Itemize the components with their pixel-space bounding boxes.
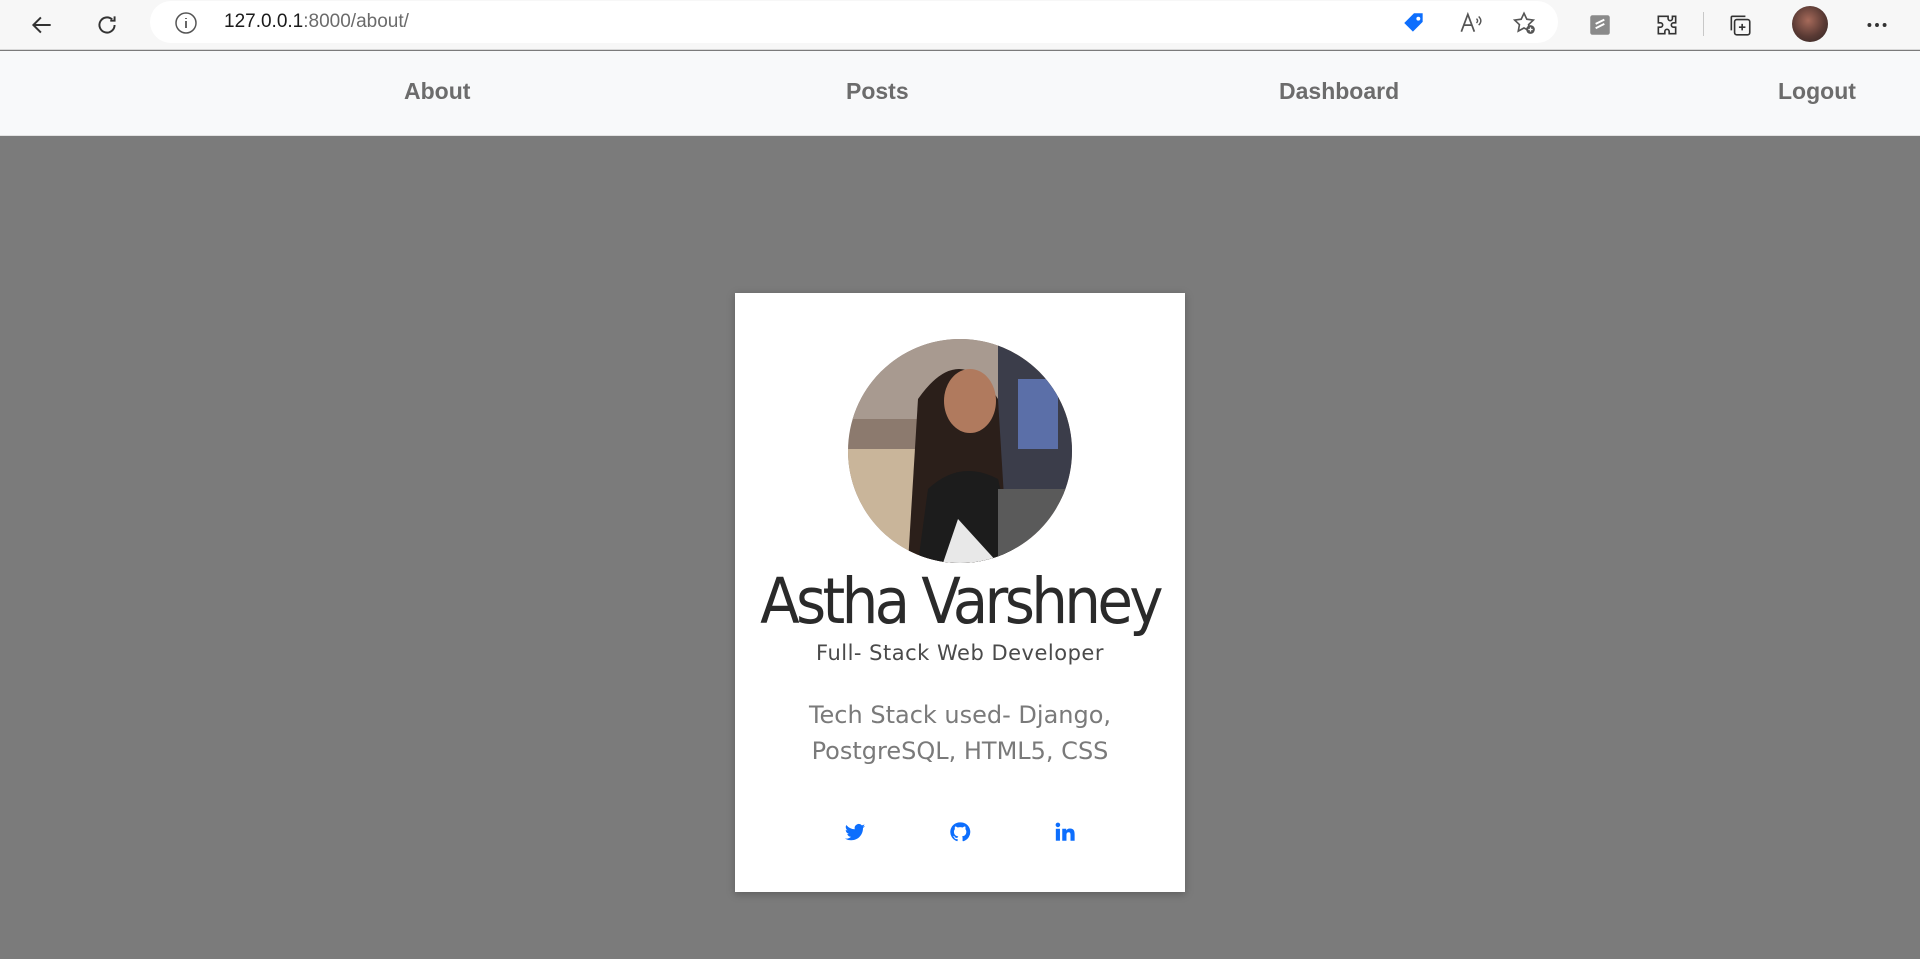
collections-button[interactable] xyxy=(1720,5,1760,45)
settings-menu-button[interactable] xyxy=(1857,5,1897,45)
address-bar[interactable]: 127.0.0.1:8000/about/ xyxy=(150,1,1558,43)
linkedin-icon xyxy=(1055,822,1075,841)
profile-description: Tech Stack used- Django, PostgreSQL, HTM… xyxy=(808,701,1112,765)
refresh-icon xyxy=(98,16,116,34)
linkedin-link[interactable] xyxy=(1050,817,1080,847)
site-info-icon[interactable] xyxy=(174,11,198,35)
puzzle-icon xyxy=(1657,15,1677,35)
read-aloud-icon[interactable] xyxy=(1456,9,1484,37)
coupon-tag-icon[interactable] xyxy=(1400,9,1428,37)
add-favorite-icon[interactable] xyxy=(1510,9,1538,37)
toolbar-separator xyxy=(1703,12,1704,36)
profile-photo xyxy=(848,339,1072,563)
refresh-button[interactable] xyxy=(87,5,127,45)
more-options-icon xyxy=(1867,23,1887,27)
nav-logout[interactable]: Logout xyxy=(1778,78,1856,105)
profile-role: Full- Stack Web Developer xyxy=(816,641,1104,665)
profile-card: Astha Varshney Full- Stack Web Developer… xyxy=(735,293,1185,892)
extension-app-icon xyxy=(1590,15,1610,35)
url-text[interactable]: 127.0.0.1:8000/about/ xyxy=(224,11,409,33)
nav-dashboard[interactable]: Dashboard xyxy=(1279,78,1399,105)
github-link[interactable] xyxy=(945,817,975,847)
extension-button[interactable] xyxy=(1580,5,1620,45)
profile-name: Astha Varshney xyxy=(760,565,1164,638)
nav-about[interactable]: About xyxy=(404,78,470,105)
profile-avatar[interactable] xyxy=(1792,6,1828,42)
back-arrow-icon xyxy=(31,16,51,34)
github-icon xyxy=(950,822,971,842)
back-button[interactable] xyxy=(22,5,62,45)
twitter-link[interactable] xyxy=(840,817,870,847)
collections-icon xyxy=(1730,15,1751,36)
browser-toolbar: 127.0.0.1:8000/about/ xyxy=(0,0,1920,50)
twitter-icon xyxy=(844,824,866,841)
site-navbar: About Posts Dashboard Logout xyxy=(0,51,1920,136)
extensions-button[interactable] xyxy=(1647,5,1687,45)
url-path: :8000/about/ xyxy=(303,11,409,32)
nav-posts[interactable]: Posts xyxy=(846,78,909,105)
url-host: 127.0.0.1 xyxy=(224,11,304,32)
